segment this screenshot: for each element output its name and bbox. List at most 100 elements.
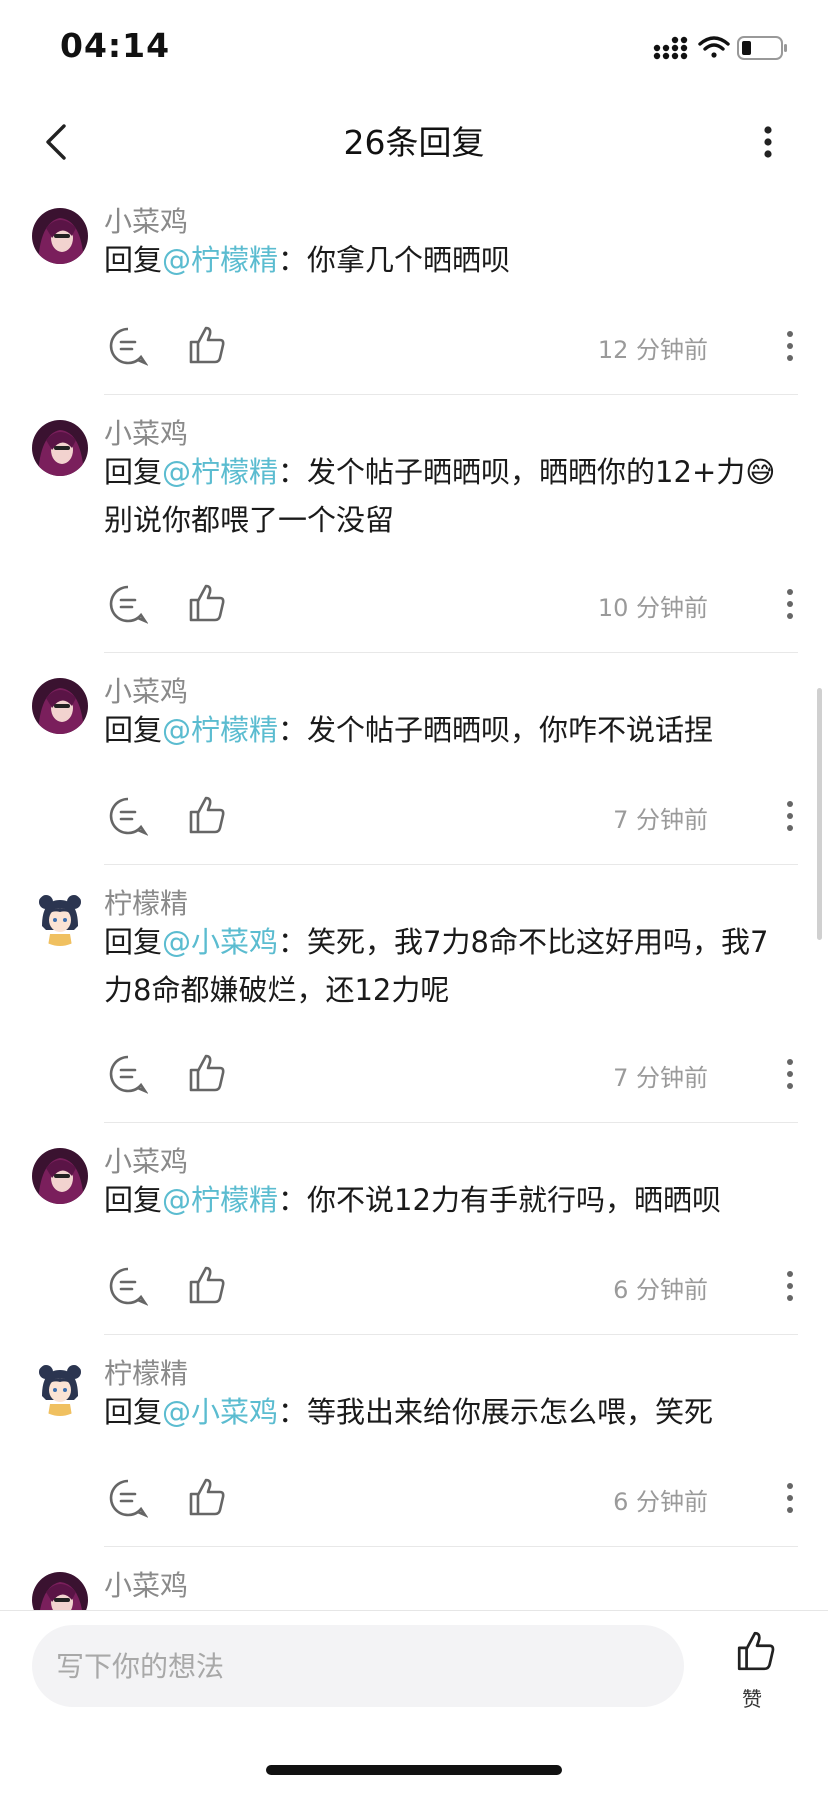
reply-icon[interactable] [108, 1478, 148, 1518]
avatar[interactable] [32, 1148, 88, 1204]
more-icon[interactable] [782, 1268, 798, 1304]
reply-icon[interactable] [108, 796, 148, 836]
purple-hair-avatar-icon [32, 1572, 88, 1610]
divider [104, 1122, 798, 1123]
avatar[interactable] [32, 678, 88, 734]
avatar[interactable] [32, 420, 88, 476]
status-icons [653, 36, 787, 60]
comment-body-line2: 别说你都喂了一个没留 [104, 503, 395, 537]
sweat-smile-emoji: 😅 [745, 455, 776, 489]
username[interactable]: 小菜鸡 [104, 1140, 188, 1180]
comment-input[interactable]: 写下你的想法 [32, 1625, 684, 1707]
timestamp: 6 分钟前 [613, 1276, 708, 1304]
username[interactable]: 柠檬精 [104, 882, 188, 922]
reply-prefix: 回复 [104, 713, 163, 747]
purple-hair-avatar-icon [32, 420, 88, 476]
comment-actions: 12 分钟前 [104, 322, 808, 370]
purple-hair-avatar-icon [32, 678, 88, 734]
status-bar: 04:14 [0, 0, 828, 100]
comment-actions: 7 分钟前 [104, 792, 808, 840]
home-indicator[interactable] [266, 1765, 562, 1775]
avatar[interactable] [32, 208, 88, 264]
reply-icon[interactable] [108, 584, 148, 624]
comment-actions: 10 分钟前 [104, 580, 808, 628]
divider [104, 394, 798, 395]
mention-link[interactable]: @小菜鸡 [162, 925, 278, 959]
more-options-icon[interactable] [744, 118, 792, 166]
reply-prefix: 回复 [104, 1395, 163, 1429]
username[interactable]: 小菜鸡 [104, 412, 188, 452]
avatar[interactable] [32, 1572, 88, 1610]
reply-prefix: 回复 [104, 243, 163, 277]
comment-actions: 6 分钟前 [104, 1262, 808, 1310]
like-icon[interactable] [186, 582, 228, 624]
scrollbar[interactable] [817, 688, 822, 940]
comment-text: 回复@柠檬精：你不说12力有手就行吗，晒晒呗 [104, 1183, 721, 1217]
comment-actions: 6 分钟前 [104, 1474, 808, 1522]
more-icon[interactable] [782, 328, 798, 364]
purple-hair-avatar-icon [32, 1148, 88, 1204]
more-icon[interactable] [782, 586, 798, 622]
avatar[interactable] [32, 890, 88, 946]
like-icon[interactable] [186, 1052, 228, 1094]
comment-text: 回复@柠檬精：发个帖子晒晒呗，你咋不说话捏 [104, 713, 714, 747]
username[interactable]: 小菜鸡 [104, 1564, 188, 1604]
comment-actions: 7 分钟前 [104, 1050, 808, 1098]
timestamp: 7 分钟前 [613, 1064, 708, 1092]
status-time: 04:14 [60, 26, 171, 65]
reply-prefix: 回复 [104, 925, 163, 959]
anime-girl-avatar-icon [32, 1360, 88, 1416]
comment-body: 发个帖子晒晒呗，你咋不说话捏 [307, 713, 714, 747]
comment-body: 等我出来给你展示怎么喂，笑死 [307, 1395, 714, 1429]
list-item: 小菜鸡 回复@柠檬精：你拿几个晒晒呗 12 分钟前 [0, 188, 828, 400]
comment-body: 你不说12力有手就行吗，晒晒呗 [307, 1183, 721, 1217]
username[interactable]: 小菜鸡 [104, 670, 188, 710]
comment-text: 回复@小菜鸡：等我出来给你展示怎么喂，笑死 [104, 1395, 714, 1429]
timestamp: 12 分钟前 [597, 336, 708, 364]
mention-link[interactable]: @柠檬精 [162, 243, 278, 277]
signal-icon [653, 36, 688, 60]
mention-link[interactable]: @柠檬精 [162, 1183, 278, 1217]
list-item: 小菜鸡 [0, 1552, 828, 1610]
comment-body: 你拿几个晒晒呗 [307, 243, 511, 277]
reply-icon[interactable] [108, 1266, 148, 1306]
nav-bar: 26条回复 [0, 100, 828, 188]
reply-icon[interactable] [108, 1054, 148, 1094]
username[interactable]: 柠檬精 [104, 1352, 188, 1392]
list-item: 柠檬精 回复@小菜鸡：等我出来给你展示怎么喂，笑死 6 分钟前 [0, 1340, 828, 1552]
mention-link[interactable]: @柠檬精 [162, 713, 278, 747]
reply-icon[interactable] [108, 326, 148, 366]
divider [104, 652, 798, 653]
more-icon[interactable] [782, 1056, 798, 1092]
anime-girl-avatar-icon [32, 890, 88, 946]
more-icon[interactable] [782, 798, 798, 834]
more-icon[interactable] [782, 1480, 798, 1516]
mention-link[interactable]: @小菜鸡 [162, 1395, 278, 1429]
input-placeholder: 写下你的想法 [56, 1650, 225, 1683]
page-title: 26条回复 [343, 123, 485, 162]
reply-list: 小菜鸡 回复@柠檬精：你拿几个晒晒呗 12 分钟前 小菜鸡 回复@柠檬精：发个帖… [0, 188, 828, 1610]
list-item: 小菜鸡 回复@柠檬精：发个帖子晒晒呗，晒晒你的12+力😅 别说你都喂了一个没留 1… [0, 400, 828, 658]
like-label[interactable]: 赞 [742, 1683, 762, 1712]
like-icon[interactable] [186, 324, 228, 366]
divider [104, 1546, 798, 1547]
like-icon[interactable] [734, 1629, 778, 1673]
username[interactable]: 小菜鸡 [104, 200, 188, 240]
timestamp: 10 分钟前 [597, 594, 708, 622]
mention-link[interactable]: @柠檬精 [162, 455, 278, 489]
reply-prefix: 回复 [104, 455, 163, 489]
timestamp: 7 分钟前 [613, 806, 708, 834]
like-icon[interactable] [186, 794, 228, 836]
divider [104, 864, 798, 865]
wifi-icon [698, 36, 730, 58]
like-icon[interactable] [186, 1264, 228, 1306]
avatar[interactable] [32, 1360, 88, 1416]
list-item: 柠檬精 回复@小菜鸡：笑死，我7力8命不比这好用吗，我7力8命都嫌破烂，还12力… [0, 870, 828, 1128]
reply-prefix: 回复 [104, 1183, 163, 1217]
purple-hair-avatar-icon [32, 208, 88, 264]
comment-text: 回复@柠檬精：发个帖子晒晒呗，晒晒你的12+力😅 别说你都喂了一个没留 [104, 455, 776, 537]
composer-bar: 写下你的想法 赞 [0, 1610, 828, 1793]
like-icon[interactable] [186, 1476, 228, 1518]
comment-body: 发个帖子晒晒呗，晒晒你的12+力 [307, 455, 746, 489]
list-item: 小菜鸡 回复@柠檬精：发个帖子晒晒呗，你咋不说话捏 7 分钟前 [0, 658, 828, 870]
